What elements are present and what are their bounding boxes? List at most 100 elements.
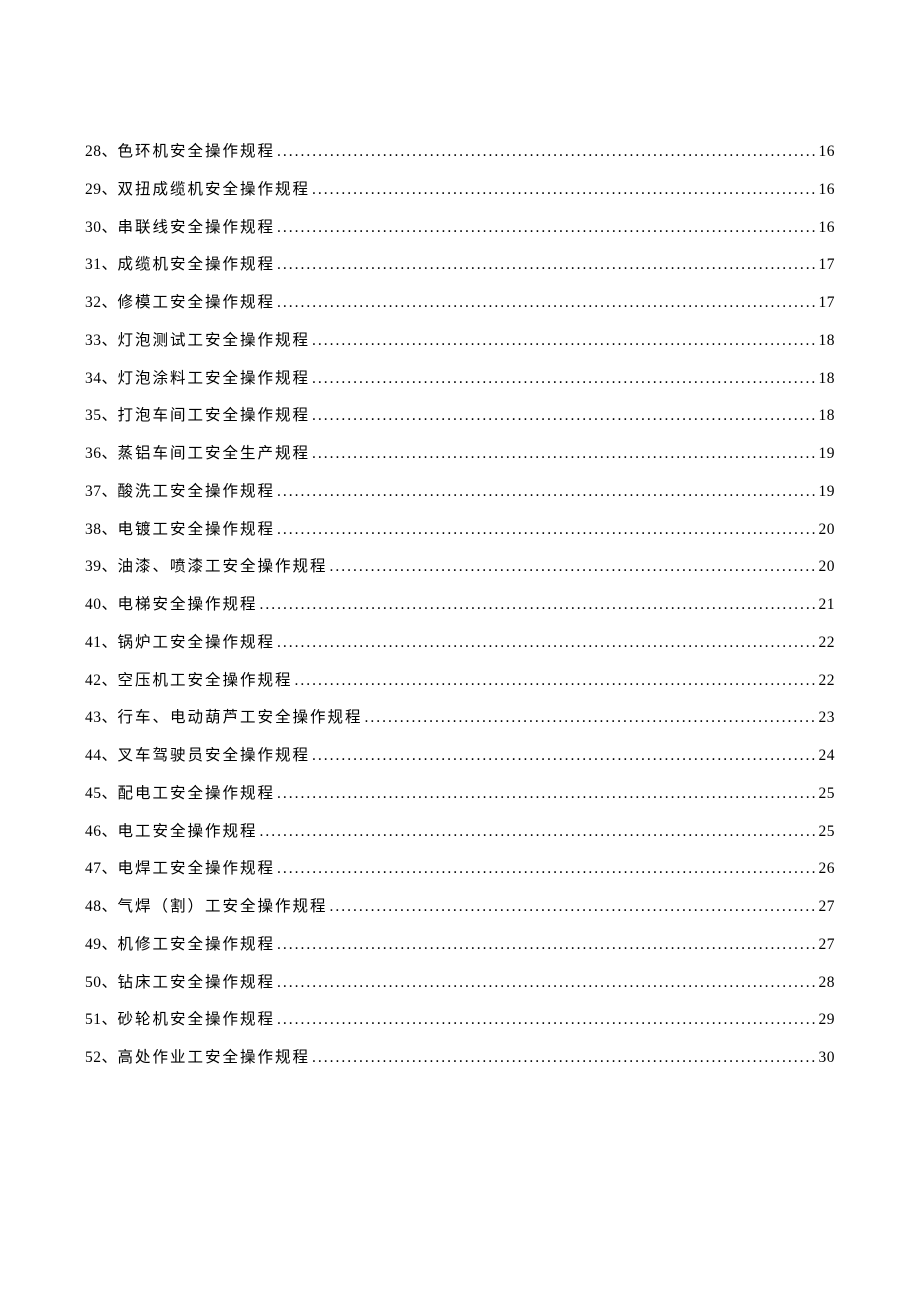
table-of-contents: 28、色环机安全操作规程............................… [85,140,835,1069]
toc-entry-number: 37、 [85,480,118,503]
toc-entry-page: 21 [819,593,836,616]
toc-entry-number: 29、 [85,178,118,201]
toc-entry-number: 47、 [85,857,118,880]
toc-leader-dots: ........................................… [277,631,816,654]
toc-entry-page: 16 [819,178,836,201]
toc-entry-number: 51、 [85,1008,118,1031]
toc-entry-page: 22 [819,631,836,654]
toc-entry-number: 43、 [85,706,118,729]
toc-entry-page: 25 [819,782,836,805]
toc-entry-page: 20 [819,555,836,578]
toc-entry: 42、空压机工安全操作规程...........................… [85,669,835,692]
toc-entry: 35、打泡车间工安全操作规程..........................… [85,404,835,427]
toc-leader-dots: ........................................… [277,216,816,239]
toc-entry-title: 电梯安全操作规程 [118,593,258,616]
toc-entry-title: 修模工安全操作规程 [118,291,276,314]
toc-leader-dots: ........................................… [295,669,817,692]
toc-entry-title: 钻床工安全操作规程 [118,971,276,994]
toc-entry: 37、酸洗工安全操作规程............................… [85,480,835,503]
toc-entry-title: 成缆机安全操作规程 [118,253,276,276]
toc-leader-dots: ........................................… [277,518,816,541]
toc-entry-title: 打泡车间工安全操作规程 [118,404,311,427]
toc-entry-number: 32、 [85,291,118,314]
toc-entry: 34、灯泡涂料工安全操作规程..........................… [85,367,835,390]
toc-entry-title: 油漆、喷漆工安全操作规程 [118,555,328,578]
toc-entry-number: 52、 [85,1046,118,1069]
toc-entry-number: 45、 [85,782,118,805]
toc-entry-title: 机修工安全操作规程 [118,933,276,956]
toc-leader-dots: ........................................… [260,593,817,616]
toc-entry-number: 46、 [85,820,118,843]
toc-entry-number: 34、 [85,367,118,390]
toc-leader-dots: ........................................… [312,178,816,201]
toc-entry: 52、高处作业工安全操作规程..........................… [85,1046,835,1069]
toc-entry: 31、成缆机安全操作规程............................… [85,253,835,276]
toc-entry-title: 行车、电动葫芦工安全操作规程 [118,706,363,729]
toc-leader-dots: ........................................… [330,555,817,578]
toc-leader-dots: ........................................… [277,857,816,880]
toc-leader-dots: ........................................… [277,782,816,805]
toc-entry-number: 49、 [85,933,118,956]
toc-leader-dots: ........................................… [260,820,817,843]
toc-leader-dots: ........................................… [365,706,817,729]
toc-entry-number: 42、 [85,669,118,692]
toc-entry-page: 17 [819,291,836,314]
toc-entry-title: 灯泡涂料工安全操作规程 [118,367,311,390]
toc-entry-page: 18 [819,329,836,352]
toc-entry: 51、砂轮机安全操作规程............................… [85,1008,835,1031]
toc-entry-title: 砂轮机安全操作规程 [118,1008,276,1031]
toc-entry-title: 电镀工安全操作规程 [118,518,276,541]
toc-entry: 30、串联线安全操作规程............................… [85,216,835,239]
toc-leader-dots: ........................................… [277,1008,816,1031]
toc-leader-dots: ........................................… [277,933,816,956]
toc-entry: 29、双扭成缆机安全操作规程..........................… [85,178,835,201]
toc-entry-page: 17 [819,253,836,276]
toc-entry-title: 高处作业工安全操作规程 [118,1046,311,1069]
toc-entry-title: 蒸铝车间工安全生产规程 [118,442,311,465]
toc-leader-dots: ........................................… [312,329,816,352]
toc-entry-page: 19 [819,480,836,503]
toc-leader-dots: ........................................… [312,744,816,767]
toc-entry-page: 16 [819,140,836,163]
toc-entry-number: 33、 [85,329,118,352]
toc-leader-dots: ........................................… [312,367,816,390]
toc-leader-dots: ........................................… [312,1046,816,1069]
toc-entry-page: 19 [819,442,836,465]
toc-entry-number: 40、 [85,593,118,616]
toc-entry-title: 双扭成缆机安全操作规程 [118,178,311,201]
toc-entry-title: 串联线安全操作规程 [118,216,276,239]
toc-entry-page: 18 [819,404,836,427]
toc-entry-page: 30 [819,1046,836,1069]
toc-leader-dots: ........................................… [330,895,817,918]
toc-entry-page: 28 [819,971,836,994]
toc-entry-page: 22 [819,669,836,692]
toc-entry-number: 50、 [85,971,118,994]
toc-entry-page: 16 [819,216,836,239]
toc-entry: 32、修模工安全操作规程............................… [85,291,835,314]
toc-leader-dots: ........................................… [277,253,816,276]
toc-entry-number: 31、 [85,253,118,276]
toc-entry-page: 29 [819,1008,836,1031]
toc-entry-title: 电工安全操作规程 [118,820,258,843]
toc-entry-number: 44、 [85,744,118,767]
toc-entry-title: 锅炉工安全操作规程 [118,631,276,654]
toc-entry-number: 41、 [85,631,118,654]
toc-entry: 44、叉车驾驶员安全操作规程..........................… [85,744,835,767]
toc-entry-title: 酸洗工安全操作规程 [118,480,276,503]
toc-entry: 39、油漆、喷漆工安全操作规程.........................… [85,555,835,578]
toc-entry: 38、电镀工安全操作规程............................… [85,518,835,541]
toc-entry-number: 28、 [85,140,118,163]
toc-entry: 41、锅炉工安全操作规程............................… [85,631,835,654]
toc-entry-number: 35、 [85,404,118,427]
toc-entry-number: 48、 [85,895,118,918]
toc-entry: 47、电焊工安全操作规程............................… [85,857,835,880]
toc-entry: 36、蒸铝车间工安全生产规程..........................… [85,442,835,465]
toc-entry: 28、色环机安全操作规程............................… [85,140,835,163]
toc-entry-title: 叉车驾驶员安全操作规程 [118,744,311,767]
toc-entry-page: 20 [819,518,836,541]
toc-leader-dots: ........................................… [277,480,816,503]
toc-entry-title: 配电工安全操作规程 [118,782,276,805]
toc-entry-page: 24 [819,744,836,767]
toc-entry-title: 电焊工安全操作规程 [118,857,276,880]
toc-entry-number: 38、 [85,518,118,541]
